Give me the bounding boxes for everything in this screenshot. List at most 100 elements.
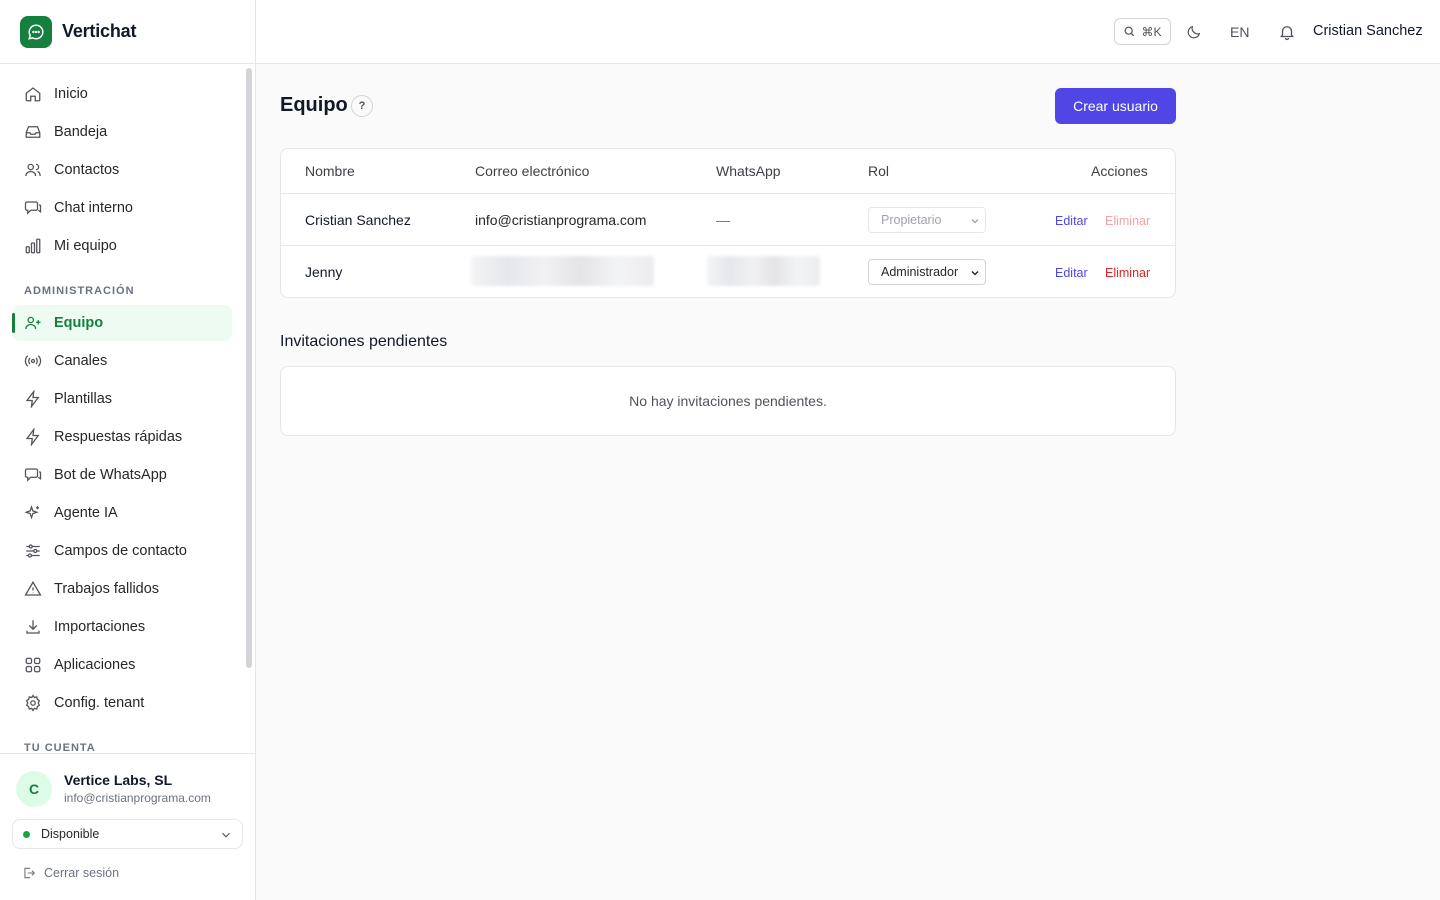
- redacted-email: [471, 256, 654, 286]
- avatar[interactable]: C: [16, 771, 52, 807]
- bolt-icon: [25, 390, 40, 408]
- gear-icon: [25, 694, 41, 712]
- sidebar-item-plantillas[interactable]: Plantillas: [12, 381, 232, 417]
- sidebar-item-label: Inicio: [54, 86, 88, 102]
- users-icon: [25, 163, 41, 177]
- sidebar-item-mi-equipo[interactable]: Mi equipo: [12, 228, 232, 264]
- moon-icon: [1187, 25, 1201, 39]
- search-button[interactable]: ⌘K: [1114, 18, 1171, 45]
- theme-toggle-button[interactable]: [1186, 24, 1202, 40]
- logout-button[interactable]: Cerrar sesión: [22, 866, 119, 880]
- sidebar-item-label: Equipo: [54, 315, 104, 331]
- notifications-button[interactable]: [1278, 23, 1296, 41]
- bar-chart-icon: [25, 238, 41, 254]
- apps-icon: [25, 657, 41, 673]
- sidebar-item-contactos[interactable]: Contactos: [12, 152, 232, 188]
- logout-label: Cerrar sesión: [44, 866, 120, 880]
- user-menu[interactable]: Cristian Sanchez: [1313, 23, 1423, 39]
- warning-icon: [24, 580, 42, 596]
- sidebar-item-label: Trabajos fallidos: [54, 581, 160, 597]
- table-header: Nombre Correo electrónico WhatsApp Rol A…: [281, 149, 1175, 194]
- account-name: Vertice Labs, SL: [64, 772, 173, 788]
- user-name-cell: Cristian Sanchez: [305, 212, 411, 228]
- home-icon: [25, 87, 41, 102]
- help-button[interactable]: ?: [351, 95, 373, 117]
- edit-button[interactable]: Editar: [1055, 214, 1088, 228]
- sidebar-item-label: Bandeja: [54, 124, 108, 140]
- role-select: Propietario: [868, 207, 986, 233]
- account-panel: C Vertice Labs, SL info@cristianprograma…: [0, 753, 255, 900]
- status-dot: [23, 830, 30, 838]
- brand-name: Vertichat: [62, 21, 137, 41]
- chat-icon: [24, 201, 42, 215]
- sidebar-item-label: Mi equipo: [54, 238, 117, 254]
- sidebar-item-label: Canales: [54, 353, 108, 369]
- column-header: WhatsApp: [716, 163, 781, 179]
- sidebar-item-bandeja[interactable]: Bandeja: [12, 114, 232, 150]
- column-header: Correo electrónico: [475, 163, 590, 179]
- user-name-cell: Jenny: [305, 264, 343, 280]
- brand[interactable]: Vertichat: [0, 0, 255, 64]
- sidebar-item-label: Chat interno: [54, 200, 133, 216]
- sliders-icon: [26, 544, 40, 558]
- sidebar-nav: Inicio Bandeja Contactos Chat interno Mi…: [0, 64, 255, 753]
- inbox-icon: [25, 126, 41, 138]
- chevron-down-icon: [222, 832, 230, 838]
- team-table: Nombre Correo electrónico WhatsApp Rol A…: [280, 148, 1176, 298]
- sidebar-item-equipo[interactable]: Equipo: [12, 305, 232, 341]
- sidebar-scrollbar[interactable]: [246, 68, 252, 668]
- search-shortcut: ⌘K: [1141, 24, 1162, 39]
- sidebar-item-label: Bot de WhatsApp: [54, 467, 167, 483]
- sidebar-item-label: Importaciones: [54, 619, 146, 635]
- sidebar-item-label: Plantillas: [54, 391, 113, 407]
- column-header: Acciones: [1091, 163, 1148, 179]
- sidebar-item-label: Respuestas rápidas: [54, 429, 183, 445]
- chat-logo-icon: [20, 15, 52, 48]
- sidebar-item-importaciones[interactable]: Importaciones: [12, 609, 232, 645]
- sidebar-item-label: Contactos: [54, 162, 120, 178]
- empty-state-text: No hay invitaciones pendientes.: [629, 393, 827, 409]
- pending-invitations-title: Invitaciones pendientes: [280, 333, 448, 350]
- sidebar-item-agente-ia[interactable]: Agente IA: [12, 495, 232, 531]
- section-label-administracion: ADMINISTRACIÓN: [24, 285, 135, 297]
- role-select[interactable]: Administrador: [868, 259, 986, 285]
- user-email-cell: info@cristianprograma.com: [475, 212, 647, 228]
- page-title: Equipo: [280, 94, 348, 116]
- create-user-button[interactable]: Crear usuario: [1055, 88, 1176, 124]
- pending-invitations-card: No hay invitaciones pendientes.: [280, 366, 1176, 436]
- sparkles-icon: [24, 505, 39, 520]
- sidebar-item-aplicaciones[interactable]: Aplicaciones: [12, 647, 232, 683]
- sidebar-item-bot-whatsapp[interactable]: Bot de WhatsApp: [12, 457, 232, 493]
- redacted-whatsapp: [707, 256, 820, 286]
- bolt-icon: [25, 428, 40, 446]
- delete-button: Eliminar: [1105, 214, 1151, 228]
- role-value: Administrador: [881, 265, 959, 279]
- sidebar-item-trabajos-fallidos[interactable]: Trabajos fallidos: [12, 571, 232, 607]
- sidebar-item-inicio[interactable]: Inicio: [12, 76, 232, 112]
- delete-button[interactable]: Eliminar: [1105, 266, 1150, 280]
- sidebar-item-label: Aplicaciones: [54, 657, 136, 673]
- top-header: ⌘K EN Cristian Sanchez: [256, 0, 1440, 64]
- sidebar-item-chat-interno[interactable]: Chat interno: [12, 190, 232, 226]
- account-email: info@cristianprograma.com: [64, 791, 211, 805]
- sidebar-item-campos-contacto[interactable]: Campos de contacto: [12, 533, 232, 569]
- active-indicator: [12, 313, 15, 333]
- table-row: Jenny Administrador Editar Eliminar: [281, 246, 1175, 297]
- logout-icon: [24, 867, 35, 879]
- status-select[interactable]: Disponible: [12, 819, 243, 849]
- edit-button[interactable]: Editar: [1055, 266, 1088, 280]
- sidebar-item-config-tenant[interactable]: Config. tenant: [12, 685, 232, 721]
- chevron-down-icon: [971, 271, 979, 276]
- column-header: Rol: [868, 163, 890, 179]
- user-whatsapp-cell: —: [716, 212, 730, 228]
- sidebar: Vertichat Inicio Bandeja Contactos Chat …: [0, 0, 256, 900]
- status-value: Disponible: [41, 827, 100, 841]
- role-value: Propietario: [881, 213, 942, 227]
- bell-icon: [1280, 26, 1294, 41]
- sidebar-item-respuestas-rapidas[interactable]: Respuestas rápidas: [12, 419, 232, 455]
- chat-icon: [24, 468, 42, 482]
- language-toggle[interactable]: EN: [1230, 24, 1249, 40]
- download-icon: [26, 620, 40, 634]
- sidebar-item-canales[interactable]: Canales: [12, 343, 232, 379]
- column-header: Nombre: [305, 163, 355, 179]
